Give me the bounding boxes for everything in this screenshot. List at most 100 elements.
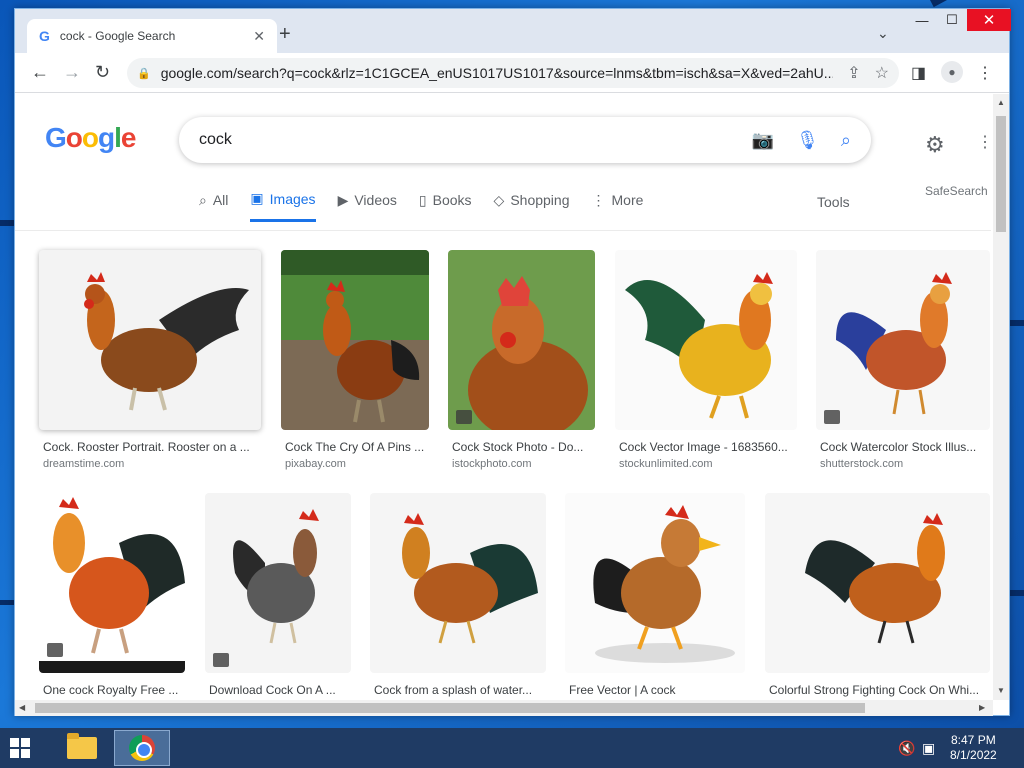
image-result[interactable]: One cock Royalty Free ... (39, 493, 185, 697)
system-clock[interactable]: 8:47 PM 8/1/2022 (950, 733, 997, 763)
new-tab-icon[interactable]: + (279, 23, 291, 46)
vertical-scroll-thumb[interactable] (996, 116, 1006, 232)
result-source[interactable]: shutterstock.com (816, 458, 990, 470)
result-title[interactable]: Free Vector | A cock (565, 683, 745, 697)
image-result[interactable]: Cock The Cry Of A Pins ... pixabay.com (281, 250, 429, 470)
chrome-icon (129, 735, 155, 761)
result-thumbnail[interactable] (205, 493, 351, 673)
image-icon: ▣ (250, 190, 264, 206)
result-source[interactable]: istockphoto.com (448, 458, 595, 470)
microphone-icon[interactable]: 🎙 (796, 130, 819, 151)
rooster-image (593, 505, 735, 663)
tab-all[interactable]: ⌕ All (199, 190, 228, 222)
file-explorer-button[interactable] (54, 730, 110, 766)
scroll-right-icon[interactable]: ▶ (979, 703, 985, 712)
result-thumbnail[interactable] (765, 493, 990, 673)
result-title[interactable]: Colorful Strong Fighting Cock On Whi... (765, 683, 990, 697)
image-result[interactable]: Free Vector | A cock (565, 493, 745, 697)
image-result[interactable]: Colorful Strong Fighting Cock On Whi... (765, 493, 990, 697)
result-thumbnail[interactable] (816, 250, 990, 430)
scroll-down-icon[interactable]: ▼ (997, 686, 1005, 695)
forward-arrow-icon[interactable]: → (63, 62, 81, 83)
camera-icon[interactable]: 📷 (752, 130, 774, 151)
nav-divider (15, 230, 991, 231)
result-thumbnail[interactable] (39, 250, 261, 430)
result-source[interactable]: stockunlimited.com (615, 458, 797, 470)
result-title[interactable]: Cock. Rooster Portrait. Rooster on a ... (39, 440, 261, 454)
profile-avatar-icon[interactable]: ● (941, 61, 963, 83)
maximize-button[interactable]: ☐ (937, 9, 967, 31)
tab-search-chevron-icon[interactable]: ⌄ (877, 25, 889, 42)
bookmark-star-icon[interactable]: ☆ (875, 63, 889, 83)
result-source[interactable]: dreamstime.com (39, 458, 261, 470)
share-icon[interactable]: ⇪ (847, 63, 860, 83)
horizontal-scrollbar[interactable]: ◀ ▶ (15, 700, 993, 716)
taskbar: 🔇 ▣ 8:47 PM 8/1/2022 (0, 728, 1024, 768)
image-result[interactable]: Cock. Rooster Portrait. Rooster on a ...… (39, 250, 261, 470)
network-icon[interactable]: ▣ (922, 740, 935, 757)
rooster-image (836, 272, 952, 415)
rooster-image (402, 513, 538, 644)
reload-icon[interactable]: ↻ (95, 62, 110, 83)
settings-gear-icon[interactable]: ⚙ (925, 132, 945, 158)
browser-tab[interactable]: G cock - Google Search ✕ (27, 19, 277, 53)
image-result[interactable]: Cock from a splash of water... (370, 493, 546, 697)
search-icon[interactable]: ⌕ (841, 130, 851, 151)
chrome-taskbar-button[interactable] (114, 730, 170, 766)
windows-start-icon[interactable] (10, 738, 30, 758)
vertical-scrollbar[interactable]: ▲ ▼ (993, 94, 1009, 700)
image-result[interactable]: Download Cock On A ... (205, 493, 351, 697)
image-result[interactable]: Cock Watercolor Stock Illus... shutterst… (816, 250, 990, 470)
tab-videos[interactable]: ▶ Videos (338, 190, 397, 222)
result-thumbnail[interactable] (281, 250, 429, 430)
scroll-left-icon[interactable]: ◀ (19, 703, 25, 712)
result-thumbnail[interactable] (39, 493, 185, 673)
tools-button[interactable]: Tools (817, 194, 850, 210)
result-source[interactable]: pixabay.com (281, 458, 429, 470)
tab-more[interactable]: ⋮ More (592, 190, 644, 222)
url-text[interactable]: google.com/search?q=cock&rlz=1C1GCEA_enU… (161, 65, 834, 81)
scroll-up-icon[interactable]: ▲ (997, 98, 1005, 107)
result-title[interactable]: Cock Watercolor Stock Illus... (816, 440, 990, 454)
tab-books[interactable]: ▯ Books (419, 190, 472, 222)
browser-menu-icon[interactable]: ⋮ (977, 63, 993, 83)
result-thumbnail[interactable] (565, 493, 745, 673)
result-title[interactable]: Cock Vector Image - 1683560... (615, 440, 797, 454)
tab-label: Images (269, 190, 316, 207)
clock-date: 8/1/2022 (950, 748, 997, 762)
image-result[interactable]: Cock Vector Image - 1683560... stockunli… (615, 250, 797, 470)
result-title[interactable]: Cock Stock Photo - Do... (448, 440, 595, 454)
rooster-image (233, 509, 319, 644)
back-arrow-icon[interactable]: ← (31, 62, 49, 83)
tab-title: cock - Google Search (59, 29, 176, 43)
rooster-image (84, 272, 249, 411)
close-window-button[interactable]: ✕ (967, 9, 1011, 31)
more-vert-icon: ⋮ (591, 191, 606, 208)
minimize-button[interactable]: — (907, 9, 937, 31)
address-bar[interactable]: 🔒 google.com/search?q=cock&rlz=1C1GCEA_e… (127, 58, 899, 88)
image-result[interactable]: Cock Stock Photo - Do... istockphoto.com (448, 250, 595, 470)
volume-muted-icon[interactable]: 🔇 (898, 740, 915, 757)
result-thumbnail[interactable] (370, 493, 546, 673)
search-input[interactable]: cock (199, 131, 730, 149)
result-thumbnail[interactable] (615, 250, 797, 430)
result-title[interactable]: Cock The Cry Of A Pins ... (281, 440, 429, 454)
result-thumbnail[interactable] (448, 250, 595, 430)
clock-time: 8:47 PM (951, 733, 996, 747)
search-box[interactable]: cock 📷 🎙 ⌕ (179, 117, 871, 163)
book-icon: ▯ (418, 191, 427, 208)
safesearch-link[interactable]: SafeSearch (925, 184, 988, 198)
rooster-image (281, 250, 429, 430)
google-logo[interactable]: Google (45, 122, 136, 154)
apps-grid-icon[interactable]: ⋮⋮ (977, 132, 991, 152)
side-panel-icon[interactable]: ◨ (911, 63, 926, 83)
tab-label: All (212, 192, 229, 208)
result-title[interactable]: Download Cock On A ... (205, 683, 351, 697)
tab-close-icon[interactable]: ✕ (253, 28, 265, 45)
result-title[interactable]: Cock from a splash of water... (370, 683, 546, 697)
tab-shopping[interactable]: ◇ Shopping (494, 190, 570, 222)
folder-icon (67, 733, 97, 759)
result-title[interactable]: One cock Royalty Free ... (39, 683, 185, 697)
horizontal-scroll-thumb[interactable] (35, 703, 865, 713)
tab-images[interactable]: ▣ Images (250, 190, 316, 222)
